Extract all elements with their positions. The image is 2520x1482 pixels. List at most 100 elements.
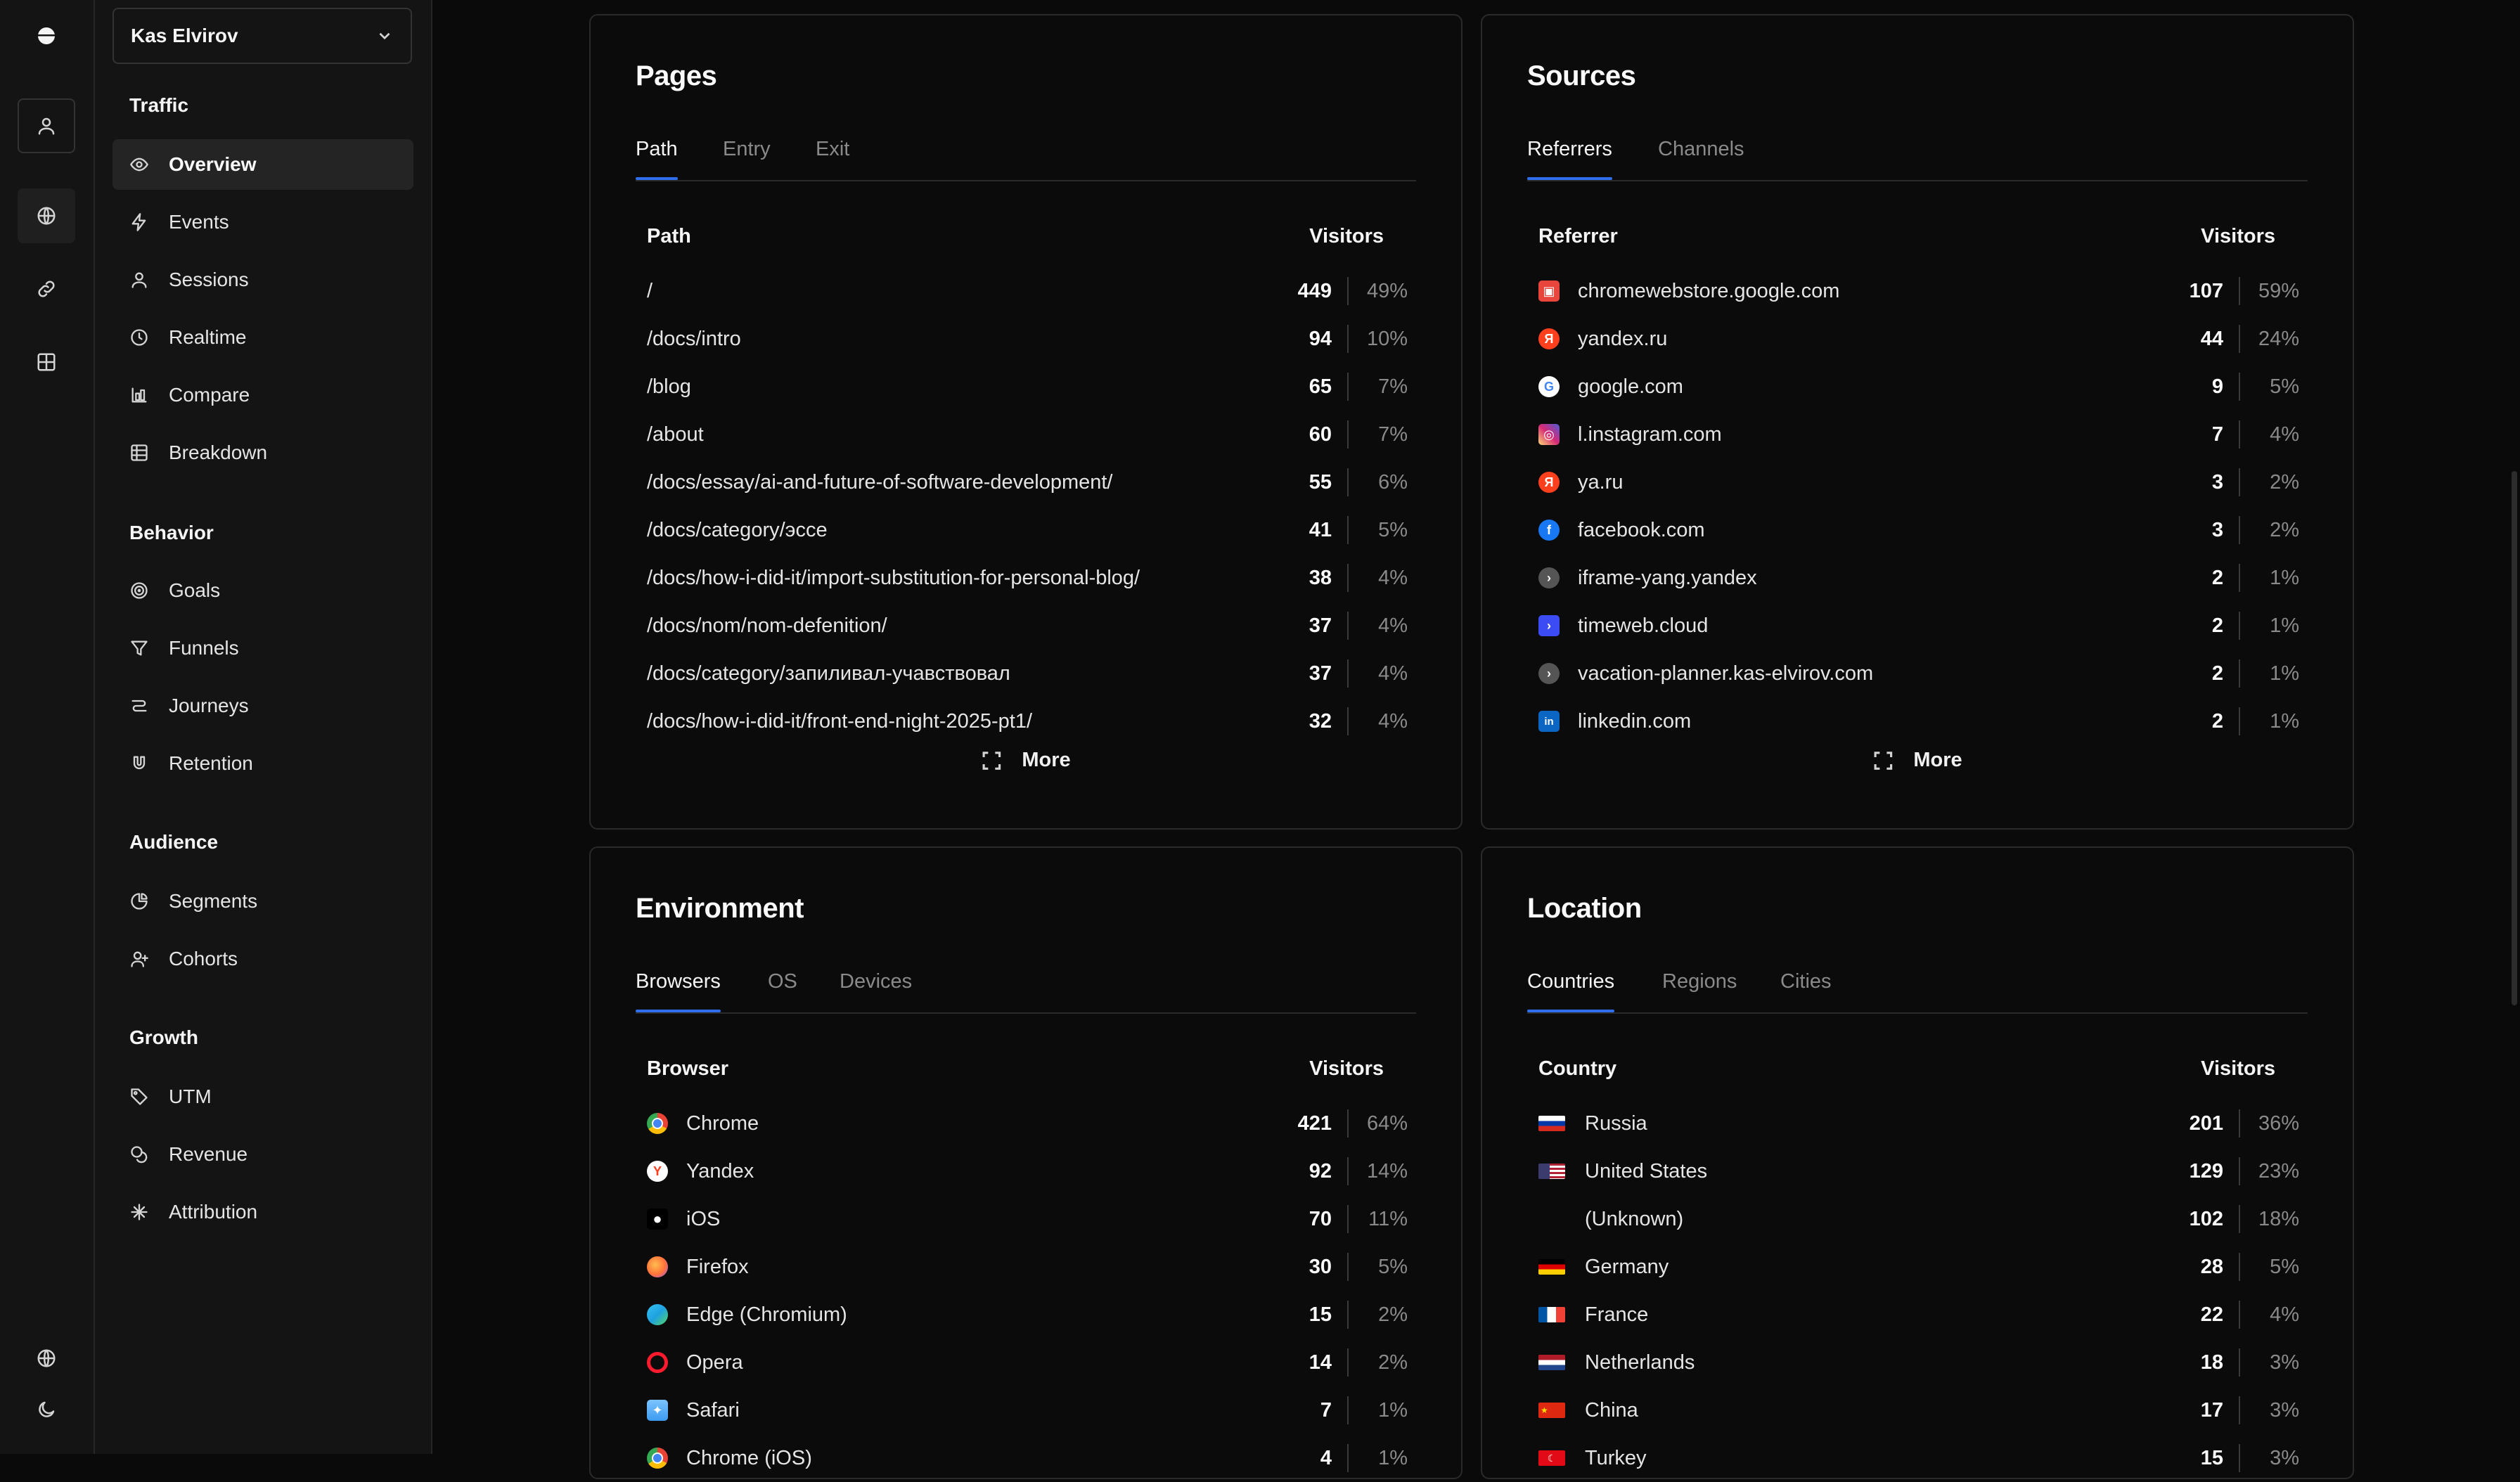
table-row[interactable]: Chrome (iOS) 4 1%	[647, 1434, 1408, 1482]
tab-entry[interactable]: Entry	[723, 138, 771, 179]
row-value: 2	[2211, 566, 2223, 589]
row-percent: 1%	[1378, 1446, 1408, 1469]
table-row[interactable]: France 22 4%	[1538, 1291, 2299, 1339]
nav-group-growth: Growth	[129, 1026, 198, 1048]
row-value: 3	[2211, 518, 2223, 541]
column-header-path: Path	[647, 225, 691, 247]
language-globe-icon[interactable]	[18, 1331, 75, 1386]
sidebar-item-breakdown[interactable]: Breakdown	[112, 427, 413, 478]
chromewebstore-icon: ▣	[1538, 281, 1560, 302]
table-row[interactable]: /docs/nom/nom-defenition/37 4%	[647, 602, 1408, 650]
sidebar-item-revenue[interactable]: Revenue	[112, 1129, 413, 1180]
table-row[interactable]: Opera 14 2%	[647, 1339, 1408, 1386]
column-header-visitors: Visitors	[2201, 1057, 2275, 1080]
globe-icon[interactable]	[18, 188, 75, 243]
sidebar-item-retention[interactable]: Retention	[112, 738, 413, 789]
tab-exit[interactable]: Exit	[816, 138, 849, 179]
table-row[interactable]: /docs/intro 94 10%	[647, 315, 1408, 363]
sidebar-item-events[interactable]: Events	[112, 197, 413, 247]
tab-devices[interactable]: Devices	[840, 970, 912, 1011]
table-row[interactable]: / 449 49%	[647, 267, 1408, 315]
sidebar-item-attribution[interactable]: Attribution	[112, 1187, 413, 1237]
tab-cities[interactable]: Cities	[1780, 970, 1832, 1011]
row-percent: 49%	[1366, 279, 1408, 302]
link-icon[interactable]	[18, 262, 75, 316]
tab-os[interactable]: OS	[768, 970, 797, 1011]
table-row[interactable]: Russia 201 36%	[1538, 1100, 2299, 1147]
table-row[interactable]: ☾ Turkey 15 3%	[1538, 1434, 2299, 1482]
sidebar-item-utm[interactable]: UTM	[112, 1071, 413, 1122]
table-row[interactable]: › timeweb.cloud 2 1%	[1538, 602, 2299, 650]
row-value: 37	[1309, 662, 1332, 685]
table-row[interactable]: /docs/essay/ai-and-future-of-software-de…	[647, 458, 1408, 506]
table-icon	[131, 444, 148, 461]
table-row[interactable]: /docs/category/эссе 41 5%	[647, 506, 1408, 554]
network-icon	[131, 1204, 148, 1220]
edge-icon	[647, 1304, 668, 1325]
tab-browsers[interactable]: Browsers	[636, 970, 721, 1012]
row-value: 55	[1309, 470, 1332, 494]
sidebar-item-realtime[interactable]: Realtime	[112, 312, 413, 363]
table-row[interactable]: ▣ chromewebstore.google.com 107 59%	[1538, 267, 2299, 315]
site-selector[interactable]: Kas Elvirov	[112, 8, 412, 64]
facebook-icon: f	[1538, 520, 1560, 541]
table-row[interactable]: /docs/how-i-did-it/front-end-night-2025-…	[647, 697, 1408, 745]
table-row[interactable]: ★ China 17 3%	[1538, 1386, 2299, 1434]
table-row[interactable]: ◎ l.instagram.com 7 4%	[1538, 411, 2299, 458]
theme-moon-icon[interactable]	[18, 1382, 75, 1437]
row-name: chromewebstore.google.com	[1578, 279, 1840, 302]
tab-regions[interactable]: Regions	[1662, 970, 1737, 1011]
page-scrollbar[interactable]	[2512, 471, 2517, 1005]
row-name: Opera	[686, 1351, 743, 1374]
user-icon[interactable]	[18, 98, 75, 153]
sidebar-item-journeys[interactable]: Journeys	[112, 681, 413, 731]
table-row[interactable]: United States 129 23%	[1538, 1147, 2299, 1195]
more-button[interactable]: More	[1872, 749, 1962, 772]
table-row[interactable]: /docs/category/запиливал-учавствовал 37 4%	[647, 650, 1408, 697]
table-row[interactable]: Edge (Chromium) 15 2%	[647, 1291, 1408, 1339]
card-title: Pages	[636, 60, 717, 91]
table-row[interactable]: Netherlands 18 3%	[1538, 1339, 2299, 1386]
more-button[interactable]: More	[981, 749, 1071, 772]
table-row[interactable]: Яya.ru 3 2%	[1538, 458, 2299, 506]
table-row[interactable]: ● iOS 70 11%	[647, 1195, 1408, 1243]
table-row[interactable]: ✦ Safari 7 1%	[647, 1386, 1408, 1434]
app-logo-icon[interactable]	[18, 8, 75, 63]
table-row[interactable]: › vacation-planner.kas-elvirov.com 2 1%	[1538, 650, 2299, 697]
table-row[interactable]: › iframe-yang.yandex 2 1%	[1538, 554, 2299, 602]
sidebar-item-sessions[interactable]: Sessions	[112, 254, 413, 305]
row-percent: 1%	[2270, 662, 2299, 685]
row-value: 37	[1309, 614, 1332, 637]
sidebar-item-label: Attribution	[169, 1201, 258, 1223]
sidebar-item-goals[interactable]: Goals	[112, 565, 413, 616]
table-row[interactable]: /blog 65 7%	[647, 363, 1408, 411]
row-name: /docs/how-i-did-it/front-end-night-2025-…	[647, 709, 1033, 733]
tab-channels[interactable]: Channels	[1658, 138, 1744, 179]
sidebar-item-segments[interactable]: Segments	[112, 876, 413, 927]
table-row[interactable]: (Unknown) 102 18%	[1538, 1195, 2299, 1243]
sidebar-item-label: Overview	[169, 153, 257, 175]
sidebar-item-compare[interactable]: Compare	[112, 370, 413, 420]
table-row[interactable]: Firefox 30 5%	[647, 1243, 1408, 1291]
row-value: 4	[1320, 1446, 1332, 1469]
column-header-browser: Browser	[647, 1057, 729, 1080]
row-name: Germany	[1585, 1255, 1669, 1278]
tab-path[interactable]: Path	[636, 138, 678, 180]
table-row[interactable]: /docs/how-i-did-it/import-substitution-f…	[647, 554, 1408, 602]
table-row[interactable]: Y Yandex 92 14%	[647, 1147, 1408, 1195]
row-value: 2	[2211, 662, 2223, 685]
table-row[interactable]: Яyandex.ru 44 24%	[1538, 315, 2299, 363]
table-row[interactable]: f facebook.com 3 2%	[1538, 506, 2299, 554]
row-name: /docs/how-i-did-it/import-substitution-f…	[647, 566, 1140, 589]
table-row[interactable]: in linkedin.com 2 1%	[1538, 697, 2299, 745]
tab-countries[interactable]: Countries	[1527, 970, 1615, 1012]
sidebar-item-cohorts[interactable]: Cohorts	[112, 934, 413, 984]
tab-referrers[interactable]: Referrers	[1527, 138, 1612, 180]
table-row[interactable]: Chrome 421 64%	[647, 1100, 1408, 1147]
table-row[interactable]: /about 60 7%	[647, 411, 1408, 458]
table-row[interactable]: Germany 28 5%	[1538, 1243, 2299, 1291]
sidebar-item-funnels[interactable]: Funnels	[112, 623, 413, 674]
sidebar-item-overview[interactable]: Overview	[112, 139, 413, 190]
dashboard-grid-icon[interactable]	[18, 335, 75, 389]
table-row[interactable]: Ggoogle.com 9 5%	[1538, 363, 2299, 411]
